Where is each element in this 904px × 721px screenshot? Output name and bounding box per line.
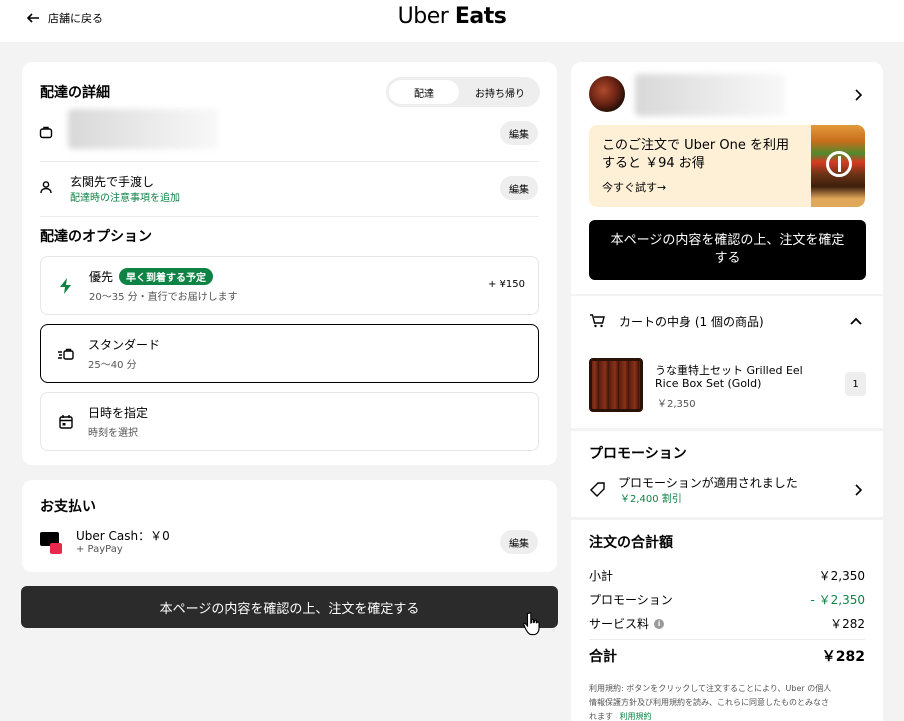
priority-label: 優先 <box>89 270 114 284</box>
confirm-order-button[interactable]: 本ページの内容を確認の上、注文を確定する <box>21 586 558 628</box>
uber-cash-icon <box>40 532 62 554</box>
terms-link[interactable]: 利用規約 <box>620 712 652 721</box>
standard-label: スタンダード <box>88 338 161 352</box>
tab-pickup[interactable]: お持ち帰り <box>462 80 538 104</box>
store-name-redacted <box>635 74 785 116</box>
terms-line2: 情報保護方針及び利用規約を読み、これらに同意したものとみなさ <box>589 698 829 707</box>
payment-sub: + PayPay <box>76 544 123 555</box>
payment-title: お支払い <box>40 499 96 515</box>
delivery-title: 配達の詳細 <box>40 85 110 101</box>
divider <box>589 639 865 640</box>
add-instructions-link[interactable]: 配達時の注意事項を追加 <box>70 189 180 204</box>
chevron-right-icon[interactable] <box>851 88 865 102</box>
schedule-label: 日時を指定 <box>88 406 149 420</box>
payment-card: お支払い Uber Cash：￥0 + PayPay 編集 <box>22 480 557 572</box>
cart-item-name-line1: うな重特上セット Grilled Eel <box>655 364 803 377</box>
option-schedule[interactable]: 日時を指定 時刻を選択 <box>40 392 539 451</box>
top-header: 店舗に戻る Uber Eats <box>0 0 904 42</box>
divider <box>40 161 539 162</box>
subtotal-row: 小計 ￥2,350 <box>589 569 865 583</box>
sidebar-confirm-button[interactable]: 本ページの内容を確認の上、注文を確定 する <box>589 220 866 280</box>
store-section: このご注文で Uber One を利用 すると ￥94 お得 今すぐ試す→ 本ペ… <box>571 62 883 294</box>
dropoff-title: 玄関先で手渡し <box>70 175 155 189</box>
chevron-right-icon[interactable] <box>851 483 865 497</box>
total-row: 合計 ￥282 <box>589 649 865 665</box>
delivery-options-title: 配達のオプション <box>40 229 152 245</box>
promo-cta[interactable]: 今すぐ試す→ <box>602 179 666 195</box>
info-icon[interactable]: i <box>654 618 665 629</box>
divider <box>40 216 539 217</box>
terms-line1: 利用規約: ボタンをクリックして注文することにより、Uber の個人 <box>589 684 832 693</box>
service-fee-row: サービス料 i ￥282 <box>589 617 865 631</box>
cart-item-price: ￥2,350 <box>657 399 696 410</box>
option-priority[interactable]: 優先 早く到着する予定 20〜35 分・直行でお届けします + ¥150 <box>40 256 539 315</box>
delivery-bag-icon <box>57 345 75 363</box>
priority-sub: 20〜35 分・直行でお届けします <box>89 292 238 303</box>
order-summary-column: このご注文で Uber One を利用 すると ￥94 お得 今すぐ試す→ 本ペ… <box>571 62 883 721</box>
terms-line3: れます 利用規約 <box>589 712 652 721</box>
promotion-applied[interactable]: プロモーションが適用されました <box>618 474 798 491</box>
standard-sub: 25〜40 分 <box>88 360 137 371</box>
lightning-icon <box>57 277 75 295</box>
delivery-details-card: 配達の詳細 配達 お持ち帰り 編集 玄関先で手渡し 配達時の注意事項を追加 編集… <box>22 62 557 465</box>
uber-eats-logo[interactable]: Uber Eats <box>0 4 904 29</box>
uber-one-promo-card[interactable]: このご注文で Uber One を利用 すると ￥94 お得 今すぐ試す→ <box>589 125 865 207</box>
cart-icon <box>589 313 605 329</box>
promotion-section: プロモーション プロモーションが適用されました ￥2,400 割引 <box>571 431 883 517</box>
edit-address-button[interactable]: 編集 <box>500 121 538 145</box>
tag-icon <box>589 481 605 497</box>
cart-section: カートの中身 (1 個の商品) うな重特上セット Grilled Eel Ric… <box>571 296 883 428</box>
schedule-sub: 時刻を選択 <box>88 428 138 439</box>
payment-method: Uber Cash：￥0 <box>76 529 170 543</box>
chevron-up-icon[interactable] <box>848 313 864 329</box>
person-icon <box>38 179 54 195</box>
cart-item-quantity[interactable]: 1 <box>845 372 866 396</box>
address-box-icon <box>38 124 54 140</box>
cart-title: カートの中身 (1 個の商品) <box>619 315 764 329</box>
promo-row: プロモーション - ￥2,350 <box>589 593 865 607</box>
order-total-section: 注文の合計額 小計 ￥2,350 プロモーション - ￥2,350 サービス料 … <box>571 520 883 721</box>
tab-delivery[interactable]: 配達 <box>389 80 459 104</box>
promo-line2: すると ￥94 お得 <box>602 156 705 171</box>
promotion-discount: ￥2,400 割引 <box>620 494 682 505</box>
priority-badge: 早く到着する予定 <box>119 268 213 285</box>
edit-dropoff-button[interactable]: 編集 <box>500 176 538 200</box>
store-avatar[interactable] <box>589 76 625 112</box>
delivery-mode-toggle: 配達 お持ち帰り <box>386 77 540 107</box>
hand-cursor-icon <box>522 611 544 637</box>
promotion-title: プロモーション <box>589 446 687 462</box>
priority-price: + ¥150 <box>487 279 525 290</box>
order-total-title: 注文の合計額 <box>589 535 673 551</box>
cart-item-name-line2: Rice Box Set (Gold) <box>655 377 762 390</box>
calendar-icon <box>57 413 75 431</box>
address-redacted <box>68 109 218 149</box>
promo-line1: このご注文で Uber One を利用 <box>602 138 789 153</box>
cart-item-image <box>589 358 643 412</box>
option-standard[interactable]: スタンダード 25〜40 分 <box>40 324 539 383</box>
edit-payment-button[interactable]: 編集 <box>500 530 538 554</box>
uber-one-logo-icon <box>826 151 852 177</box>
